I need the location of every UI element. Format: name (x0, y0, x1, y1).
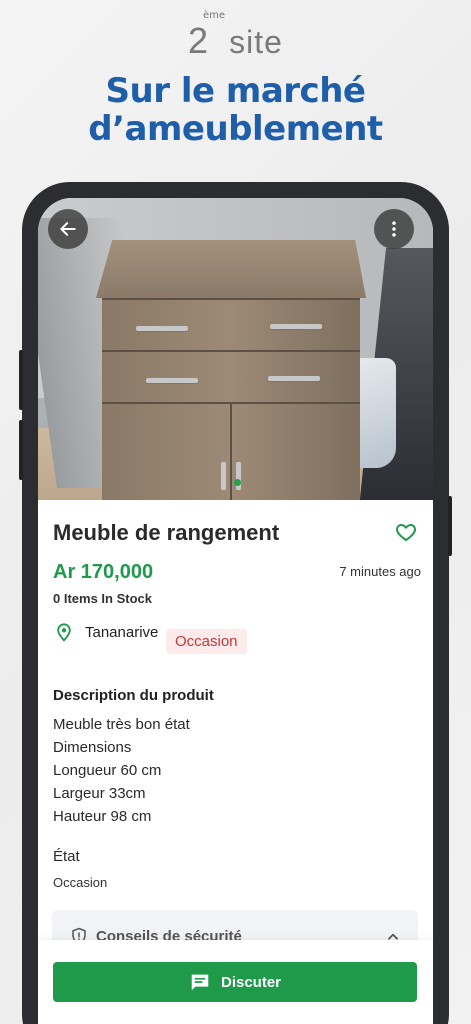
chat-button[interactable]: Discuter (53, 962, 417, 1002)
more-options-button[interactable] (374, 209, 414, 249)
description-line: Largeur 33cm (53, 785, 146, 802)
volume-button (19, 350, 23, 410)
more-vert-icon (392, 221, 396, 237)
location-pin-icon (54, 621, 74, 647)
chat-button-label: Discuter (220, 973, 282, 991)
bottom-action-bar: Discuter (38, 940, 433, 1024)
description-heading: Description du produit (53, 687, 214, 704)
app-screen: Meuble de rangement Ar 170,000 7 minutes… (38, 198, 433, 1024)
promo-title: Sur le marché d’ameublement (0, 72, 471, 148)
heart-outline-icon (396, 524, 416, 541)
promo-title-line2: d’ameublement (88, 109, 383, 149)
rank-word: site (229, 24, 283, 60)
posted-time: 7 minutes ago (339, 564, 421, 579)
volume-button (19, 420, 23, 480)
product-title: Meuble de rangement (53, 520, 280, 545)
description-line: Hauteur 98 cm (53, 808, 152, 825)
state-heading: État (53, 848, 80, 865)
chat-bubble-icon (191, 974, 209, 991)
product-price: Ar 170,000 (53, 561, 154, 583)
phone-frame: Meuble de rangement Ar 170,000 7 minutes… (19, 182, 452, 1024)
stock-count: 0 Items In Stock (53, 591, 152, 606)
location-name: Tananarive (85, 624, 159, 641)
drawer-handle (146, 378, 198, 383)
favorite-button[interactable] (394, 520, 418, 548)
drawer-handle (270, 324, 322, 329)
cabinet-top (96, 240, 366, 298)
rank-number: 2 (188, 20, 211, 61)
back-button[interactable] (48, 209, 88, 249)
drawer-handle (136, 326, 188, 331)
condition-badge: Occasion (166, 629, 247, 654)
door-handle (221, 462, 226, 490)
drawer-edge (102, 350, 360, 352)
carousel-indicator[interactable] (234, 479, 241, 486)
description-line: Dimensions (53, 739, 132, 756)
description-line: Meuble très bon état (53, 716, 190, 733)
listing-details: Meuble de rangement Ar 170,000 7 minutes… (38, 500, 433, 1024)
description-body: Meuble très bon état Dimensions Longueur… (53, 713, 190, 828)
product-photo[interactable] (38, 198, 433, 500)
power-button (448, 496, 452, 556)
arrow-left-icon (60, 222, 76, 236)
drawer-handle (268, 376, 320, 381)
door-split (230, 404, 232, 500)
promo-title-line1: Sur le marché (105, 71, 366, 111)
rank-line: ème 2 site (0, 10, 471, 62)
state-value: Occasion (53, 875, 108, 890)
description-line: Longueur 60 cm (53, 762, 162, 779)
rank-suffix: ème (203, 10, 226, 21)
drawer-edge (102, 298, 360, 300)
